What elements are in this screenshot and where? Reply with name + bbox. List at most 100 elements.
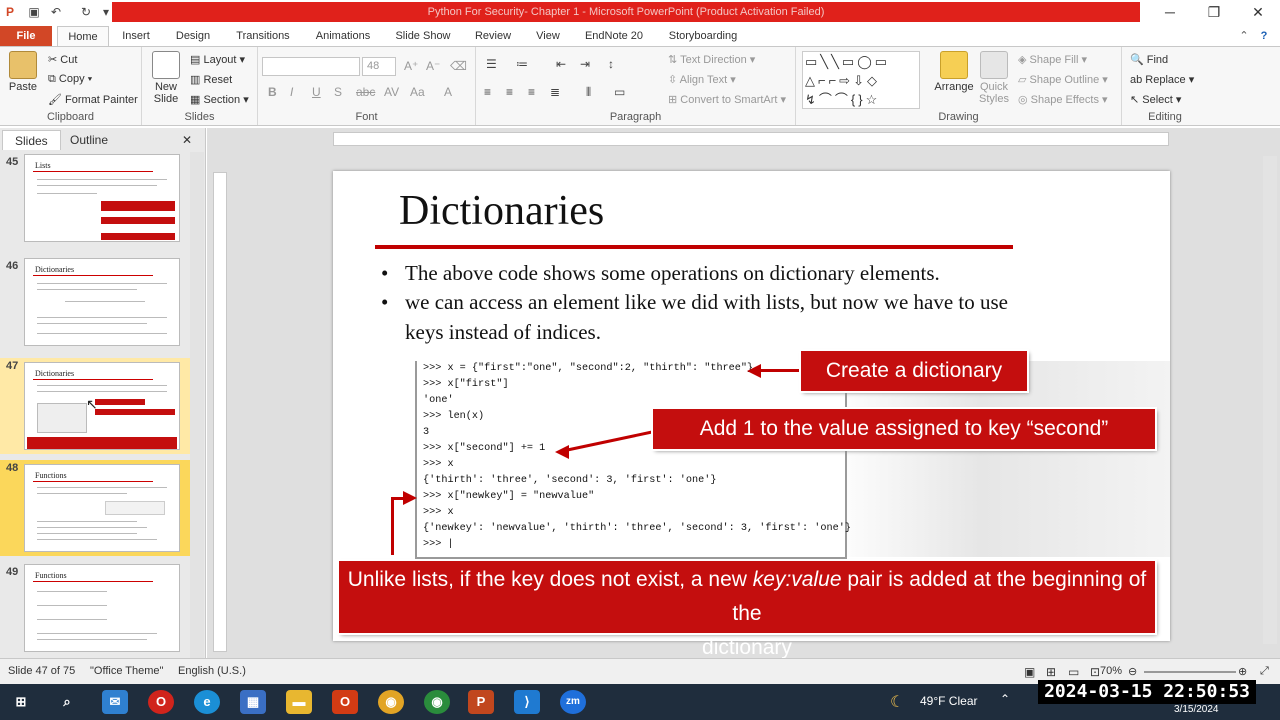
slide-canvas[interactable]: Dictionaries • The above code shows some… xyxy=(333,171,1170,659)
slide-thumbnail-49[interactable]: 49 Functions xyxy=(0,564,190,658)
align-right-icon[interactable]: ≡ xyxy=(528,85,535,99)
shapes-gallery[interactable]: ▭╲╲▭◯▭ △⌐⌐⇨⇩◇ ↯⌒⌒{}☆ xyxy=(802,51,920,109)
tab-review[interactable]: Review xyxy=(470,26,516,46)
shape-effects-button[interactable]: ◎ Shape Effects ▾ xyxy=(1018,93,1108,106)
start-icon[interactable]: ⊞ xyxy=(8,690,34,714)
undo-icon[interactable]: ↶ xyxy=(48,4,64,20)
save-icon[interactable]: ▣ xyxy=(26,4,42,20)
office-icon[interactable]: O xyxy=(332,690,358,714)
change-case-icon[interactable]: Aa xyxy=(410,85,425,99)
store-icon[interactable]: ▦ xyxy=(240,690,266,714)
font-color-icon[interactable]: A xyxy=(444,85,452,99)
tab-outline[interactable]: Outline xyxy=(58,130,120,150)
tab-home[interactable]: Home xyxy=(57,26,109,46)
slide-thumbnail-46[interactable]: 46 Dictionaries xyxy=(0,258,190,352)
weather-text[interactable]: 49°F Clear xyxy=(920,694,978,708)
zoom-app-icon[interactable]: zm xyxy=(560,690,586,714)
tray-date[interactable]: 3/15/2024 xyxy=(1174,704,1219,715)
copy-button[interactable]: ⧉ Copy ▾ xyxy=(48,73,92,86)
slide-show-icon[interactable]: ⊡ xyxy=(1090,665,1100,679)
callout-add-one[interactable]: Add 1 to the value assigned to key “seco… xyxy=(653,409,1155,449)
tab-design[interactable]: Design xyxy=(170,26,216,46)
opera-icon[interactable]: O xyxy=(148,690,174,714)
zoom-in-icon[interactable]: ⊕ xyxy=(1238,665,1247,678)
bold-icon[interactable]: B xyxy=(268,85,277,99)
tab-animations[interactable]: Animations xyxy=(310,26,376,46)
decrease-indent-icon[interactable]: ⇤ xyxy=(556,57,566,71)
clear-format-icon[interactable]: ⌫ xyxy=(450,59,467,73)
slides-pane-scrollbar[interactable] xyxy=(190,152,204,658)
restore-button[interactable]: ❐ xyxy=(1192,0,1236,24)
callout-create-dictionary[interactable]: Create a dictionary xyxy=(801,351,1027,391)
tab-slide-show[interactable]: Slide Show xyxy=(390,26,456,46)
tab-transitions[interactable]: Transitions xyxy=(230,26,296,46)
arrange-button[interactable]: Arrange xyxy=(932,51,976,93)
close-button[interactable]: ✕ xyxy=(1236,0,1280,24)
tab-slides[interactable]: Slides xyxy=(2,130,61,150)
shape-fill-button[interactable]: ◈ Shape Fill ▾ xyxy=(1018,53,1087,66)
new-slide-button[interactable]: New Slide xyxy=(146,51,186,105)
replace-button[interactable]: ab Replace ▾ xyxy=(1130,73,1194,86)
align-left-icon[interactable]: ≡ xyxy=(484,85,491,99)
reset-button[interactable]: ▥ Reset xyxy=(190,73,232,86)
tray-chevron-icon[interactable]: ⌃ xyxy=(1000,692,1010,706)
find-button[interactable]: 🔍 Find xyxy=(1130,53,1168,66)
close-pane-icon[interactable]: ✕ xyxy=(176,130,198,150)
spacing-icon[interactable]: AV xyxy=(384,85,399,99)
language-indicator[interactable]: English (U.S.) xyxy=(178,665,246,677)
section-button[interactable]: ▦ Section ▾ xyxy=(190,93,249,106)
layout-button[interactable]: ▤ Layout ▾ xyxy=(190,53,245,66)
powerpoint-taskbar-icon[interactable]: P xyxy=(468,690,494,714)
slide-scrollbar[interactable] xyxy=(1263,156,1277,644)
shape-outline-button[interactable]: ▱ Shape Outline ▾ xyxy=(1018,73,1108,86)
align-text-button[interactable]: ⇳ Align Text ▾ xyxy=(668,73,736,86)
zoom-level[interactable]: 70% xyxy=(1100,665,1122,677)
shadow-icon[interactable]: S xyxy=(334,85,342,99)
tab-file[interactable]: File xyxy=(0,26,52,46)
explorer-icon[interactable]: ▬ xyxy=(286,690,312,714)
chrome-icon[interactable]: ◉ xyxy=(378,690,404,714)
font-name-combo[interactable] xyxy=(262,57,360,76)
text-box-icon[interactable]: ▭ xyxy=(614,85,625,99)
columns-icon[interactable]: ⫴ xyxy=(586,85,591,100)
convert-smartart-button[interactable]: ⊞ Convert to SmartArt ▾ xyxy=(668,93,786,106)
tab-storyboarding[interactable]: Storyboarding xyxy=(662,26,744,46)
align-center-icon[interactable]: ≡ xyxy=(506,85,513,99)
font-size-combo[interactable]: 48 xyxy=(362,57,396,76)
grow-font-icon[interactable]: A⁺ xyxy=(404,59,418,73)
callout-unlike-lists[interactable]: Unlike lists, if the key does not exist,… xyxy=(339,561,1155,659)
vscode-icon[interactable]: ⟩ xyxy=(514,690,540,714)
cut-button[interactable]: ✂ Cut xyxy=(48,53,77,66)
tab-endnote[interactable]: EndNote 20 xyxy=(580,26,648,46)
bullets-icon[interactable]: ☰ xyxy=(486,57,497,71)
text-direction-button[interactable]: ⇅ Text Direction ▾ xyxy=(668,53,755,66)
quick-styles-button[interactable]: Quick Styles xyxy=(976,51,1012,105)
format-painter-button[interactable]: 🖌 Format Painter xyxy=(48,93,138,106)
minimize-ribbon-icon[interactable]: ⌃ xyxy=(1236,26,1252,46)
increase-indent-icon[interactable]: ⇥ xyxy=(580,57,590,71)
theme-name[interactable]: "Office Theme" xyxy=(90,665,163,677)
reading-view-icon[interactable]: ▭ xyxy=(1068,665,1079,679)
mail-icon[interactable]: ✉ xyxy=(102,690,128,714)
slide-thumbnail-47[interactable]: 47 Dictionaries ↖ xyxy=(0,358,190,454)
italic-icon[interactable]: I xyxy=(290,85,293,99)
line-spacing-icon[interactable]: ↕ xyxy=(608,57,614,71)
search-icon[interactable]: ⌕ xyxy=(54,690,80,714)
normal-view-icon[interactable]: ▣ xyxy=(1024,665,1035,679)
tab-insert[interactable]: Insert xyxy=(118,26,154,46)
justify-icon[interactable]: ≣ xyxy=(550,85,560,99)
slide-sorter-icon[interactable]: ⊞ xyxy=(1046,665,1056,679)
numbering-icon[interactable]: ≔ xyxy=(516,57,528,71)
strikethrough-icon[interactable]: abc xyxy=(356,85,375,99)
zoom-slider[interactable] xyxy=(1144,671,1236,673)
slide-thumbnail-48[interactable]: 48 Functions xyxy=(0,460,190,556)
fit-window-icon[interactable]: ⤢ xyxy=(1260,665,1269,678)
slide-title[interactable]: Dictionaries xyxy=(399,187,604,235)
paste-button[interactable]: Paste xyxy=(6,51,40,93)
chrome-profile-icon[interactable]: ◉ xyxy=(424,690,450,714)
select-button[interactable]: ↖ Select ▾ xyxy=(1130,93,1181,106)
underline-icon[interactable]: U xyxy=(312,85,321,99)
redo-icon[interactable]: ↻ xyxy=(78,4,94,20)
shrink-font-icon[interactable]: A⁻ xyxy=(426,59,440,73)
minimize-button[interactable]: ─ xyxy=(1148,0,1192,24)
